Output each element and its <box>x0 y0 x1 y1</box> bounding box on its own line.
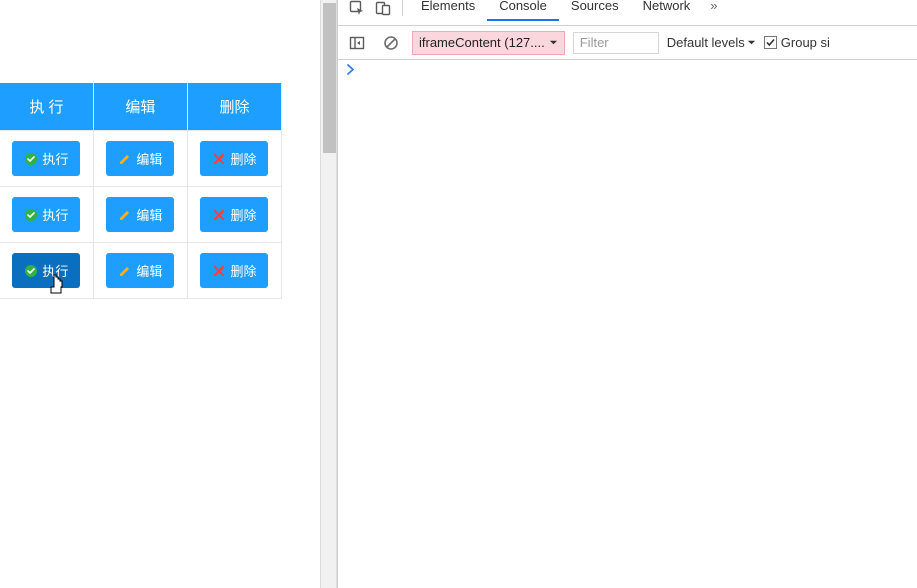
edit-button[interactable]: 编辑 <box>106 253 174 288</box>
delete-label: 删除 <box>230 261 256 280</box>
log-levels-selector[interactable]: Default levels <box>667 35 756 50</box>
check-circle-icon <box>24 264 38 278</box>
tab-console[interactable]: Console <box>487 0 559 21</box>
devtools-tabbar: Elements Console Sources Network » <box>338 0 917 26</box>
execute-label: 执行 <box>42 149 68 168</box>
edit-label: 编辑 <box>136 205 162 224</box>
pencil-icon <box>118 264 132 278</box>
execute-button[interactable]: 执行 <box>12 141 80 176</box>
execute-button[interactable]: 执行 <box>12 197 80 232</box>
pencil-icon <box>118 152 132 166</box>
filter-placeholder: Filter <box>580 35 609 50</box>
tab-sources[interactable]: Sources <box>559 0 631 19</box>
execute-button[interactable]: 执行 <box>12 253 80 288</box>
delete-button[interactable]: 删除 <box>200 141 268 176</box>
console-toolbar: iframeContent (127.... Filter Default le… <box>338 26 917 60</box>
tab-elements[interactable]: Elements <box>409 0 487 19</box>
table-row: 执行 编辑 删除 <box>0 243 282 299</box>
console-sidebar-toggle-icon[interactable] <box>344 31 370 55</box>
delete-label: 删除 <box>230 149 256 168</box>
vertical-scrollbar[interactable] <box>320 0 337 588</box>
page-content: 执 行 编辑 删除 执行 <box>0 0 320 588</box>
x-icon <box>212 208 226 222</box>
group-label: Group si <box>781 35 830 50</box>
devtools-panel: Elements Console Sources Network » ifram… <box>337 0 917 588</box>
divider <box>402 0 403 16</box>
checkbox-icon <box>764 36 777 49</box>
edit-button[interactable]: 编辑 <box>106 197 174 232</box>
table-row: 执行 编辑 删除 <box>0 187 282 243</box>
pencil-icon <box>118 208 132 222</box>
clear-console-icon[interactable] <box>378 31 404 55</box>
edit-label: 编辑 <box>136 261 162 280</box>
execution-context-selector[interactable]: iframeContent (127.... <box>412 31 565 55</box>
chevron-down-icon <box>549 38 558 47</box>
x-icon <box>212 264 226 278</box>
group-similar-checkbox[interactable]: Group si <box>764 35 830 50</box>
console-output[interactable] <box>338 60 917 83</box>
delete-button[interactable]: 删除 <box>200 253 268 288</box>
scrollbar-thumb[interactable] <box>323 3 336 153</box>
execute-label: 执行 <box>42 205 68 224</box>
check-circle-icon <box>24 208 38 222</box>
tab-network[interactable]: Network <box>631 0 703 19</box>
action-table: 执 行 编辑 删除 执行 <box>0 83 282 299</box>
console-filter-input[interactable]: Filter <box>573 32 659 54</box>
chevron-down-icon <box>747 38 756 47</box>
col-header-delete: 删除 <box>187 83 281 131</box>
col-header-execute: 执 行 <box>0 83 93 131</box>
table-row: 执行 编辑 删除 <box>0 131 282 187</box>
inspect-element-icon[interactable] <box>344 0 370 20</box>
delete-label: 删除 <box>230 205 256 224</box>
delete-button[interactable]: 删除 <box>200 197 268 232</box>
edit-button[interactable]: 编辑 <box>106 141 174 176</box>
context-label: iframeContent (127.... <box>419 35 545 50</box>
device-toolbar-icon[interactable] <box>370 0 396 20</box>
check-circle-icon <box>24 152 38 166</box>
console-prompt-icon <box>346 64 355 79</box>
tabs-overflow-icon[interactable]: » <box>702 0 725 15</box>
levels-label: Default levels <box>667 35 745 50</box>
edit-label: 编辑 <box>136 149 162 168</box>
execute-label: 执行 <box>42 261 68 280</box>
x-icon <box>212 152 226 166</box>
col-header-edit: 编辑 <box>93 83 187 131</box>
